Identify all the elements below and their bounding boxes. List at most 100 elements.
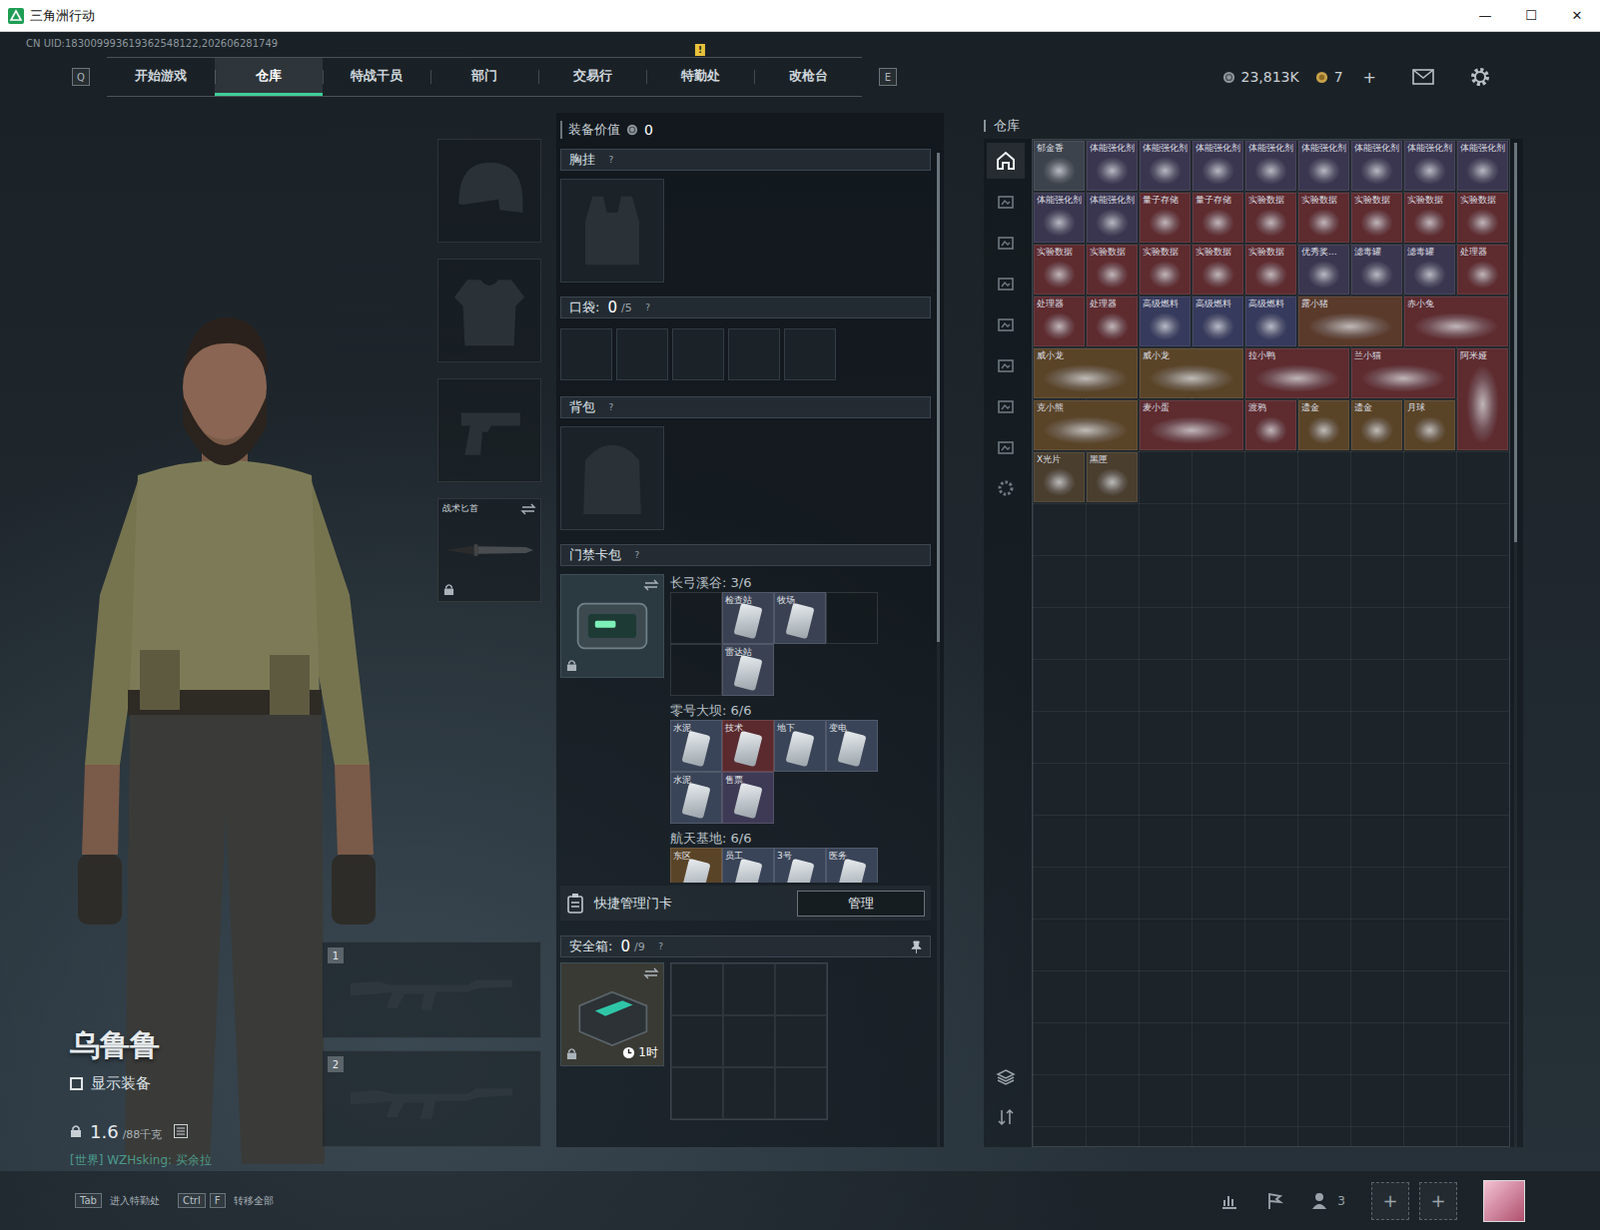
- warehouse-item[interactable]: 兰小猫: [1351, 348, 1456, 399]
- keycard-slot[interactable]: 技术: [722, 720, 775, 773]
- keycard-slot[interactable]: 牧场: [774, 592, 826, 645]
- warehouse-item[interactable]: 实验数据: [1192, 244, 1244, 295]
- warehouse-item[interactable]: 实验数据: [1404, 192, 1456, 243]
- settings-gear-icon[interactable]: [1470, 66, 1491, 87]
- warehouse-item[interactable]: 体能强化剂: [1086, 192, 1138, 243]
- warehouse-item[interactable]: 高级燃料: [1139, 296, 1191, 347]
- backpack-slot[interactable]: [560, 426, 665, 531]
- help-icon[interactable]: ?: [605, 401, 618, 414]
- keycard-case-slot[interactable]: [560, 574, 665, 679]
- nav-tab[interactable]: 改枪台: [754, 57, 862, 96]
- keycard-slot[interactable]: 地下: [774, 720, 826, 773]
- warehouse-item[interactable]: 拉小鸭: [1245, 348, 1350, 399]
- equipment-slot[interactable]: 战术匕首: [437, 498, 542, 603]
- swap-icon[interactable]: [520, 503, 537, 516]
- warehouse-item[interactable]: 处理器: [1457, 244, 1509, 295]
- pin-icon[interactable]: [910, 940, 922, 954]
- warehouse-item[interactable]: 威小龙: [1033, 348, 1138, 399]
- warehouse-item[interactable]: 遗金: [1298, 400, 1350, 451]
- warehouse-item[interactable]: 郁金香: [1033, 140, 1085, 191]
- help-icon[interactable]: ?: [655, 940, 668, 953]
- nav-tab[interactable]: 仓库: [214, 57, 323, 96]
- warehouse-item[interactable]: 体能强化剂: [1298, 140, 1350, 191]
- keycard-slot[interactable]: 变电: [825, 720, 878, 773]
- equipment-slot[interactable]: [437, 258, 542, 363]
- nav-tab[interactable]: 交易行: [538, 57, 647, 96]
- nav-tab[interactable]: 部门: [430, 57, 539, 96]
- help-icon[interactable]: ?: [631, 549, 644, 562]
- keycard-slot[interactable]: 检查站: [722, 592, 775, 645]
- warehouse-item[interactable]: 量子存储: [1139, 192, 1191, 243]
- warehouse-item[interactable]: 阿米娅: [1457, 348, 1509, 451]
- keycard-slot[interactable]: 雷达站: [722, 644, 775, 697]
- warehouse-item[interactable]: 体能强化剂: [1086, 140, 1138, 191]
- warehouse-item[interactable]: 滤毒罐: [1351, 244, 1403, 295]
- safe-box-cell[interactable]: [723, 1067, 776, 1120]
- key-hint[interactable]: Tab进入特勤处: [74, 1193, 160, 1209]
- keycard-slot[interactable]: [825, 592, 878, 645]
- swap-icon[interactable]: [643, 579, 660, 592]
- warehouse-item[interactable]: 实验数据: [1245, 244, 1297, 295]
- equipment-slot[interactable]: [437, 138, 542, 243]
- warehouse-item[interactable]: 克小熊: [1033, 400, 1138, 451]
- warehouse-item[interactable]: 体能强化剂: [1139, 140, 1191, 191]
- warehouse-tab[interactable]: [986, 429, 1025, 466]
- warehouse-item[interactable]: 实验数据: [1457, 192, 1509, 243]
- keycard-slot[interactable]: 3号: [774, 847, 826, 883]
- keycard-slot[interactable]: 员工: [722, 847, 775, 883]
- pocket-slot[interactable]: [616, 328, 669, 381]
- player-avatar[interactable]: [1483, 1180, 1526, 1223]
- safe-box-cell[interactable]: [671, 1067, 724, 1120]
- mail-icon[interactable]: [1412, 68, 1435, 85]
- add-teammate-button[interactable]: +: [1419, 1182, 1458, 1221]
- equipment-slot[interactable]: [437, 378, 542, 483]
- key-hint[interactable]: CtrlF转移全部: [177, 1193, 274, 1209]
- keycard-slot[interactable]: [670, 644, 723, 697]
- keycard-slot[interactable]: 售票: [722, 772, 775, 824]
- nav-tab[interactable]: 开始游戏: [106, 57, 215, 96]
- warehouse-item[interactable]: 处理器: [1033, 296, 1085, 347]
- warehouse-item[interactable]: 处理器: [1086, 296, 1138, 347]
- pocket-slot[interactable]: [672, 328, 725, 381]
- warehouse-item[interactable]: 实验数据: [1033, 244, 1085, 295]
- warehouse-tab[interactable]: [986, 224, 1025, 261]
- help-icon[interactable]: ?: [605, 153, 618, 166]
- swap-icon[interactable]: [643, 967, 660, 980]
- warehouse-item[interactable]: 实验数据: [1086, 244, 1138, 295]
- nav-right-key[interactable]: E: [878, 67, 897, 86]
- keycard-slot[interactable]: 医务: [825, 847, 878, 883]
- warehouse-item[interactable]: 月球: [1404, 400, 1456, 451]
- warehouse-item[interactable]: 体能强化剂: [1245, 140, 1297, 191]
- nav-tab[interactable]: 特战干员: [322, 57, 431, 96]
- safe-box-cell[interactable]: [775, 1067, 827, 1120]
- stats-icon[interactable]: [1219, 1191, 1240, 1212]
- pocket-slot[interactable]: [784, 328, 836, 381]
- warehouse-item[interactable]: 体能强化剂: [1192, 140, 1244, 191]
- safe-box-cell[interactable]: [775, 1015, 827, 1068]
- warehouse-item[interactable]: 体能强化剂: [1404, 140, 1456, 191]
- keycard-slot[interactable]: [670, 592, 723, 645]
- safe-box-slot[interactable]: 1时: [560, 962, 665, 1067]
- layers-icon[interactable]: [995, 1067, 1016, 1088]
- nav-left-key[interactable]: Q: [71, 67, 90, 86]
- keycard-slot[interactable]: 水泥: [670, 720, 723, 773]
- warehouse-item[interactable]: 遗金: [1351, 400, 1403, 451]
- warehouse-item[interactable]: 滤毒罐: [1404, 244, 1456, 295]
- warehouse-item[interactable]: 黑匣: [1086, 452, 1138, 503]
- sort-icon[interactable]: [995, 1107, 1016, 1128]
- warehouse-item[interactable]: 渡鸦: [1245, 400, 1297, 451]
- warehouse-item[interactable]: 威小龙: [1139, 348, 1244, 399]
- keycard-slot[interactable]: 水泥: [670, 772, 723, 824]
- safe-box-cell[interactable]: [671, 1015, 724, 1068]
- warehouse-item[interactable]: 量子存储: [1192, 192, 1244, 243]
- safe-box-cell[interactable]: [775, 963, 827, 1016]
- weight-details-icon[interactable]: [173, 1124, 188, 1139]
- warehouse-tab[interactable]: [986, 347, 1025, 384]
- warehouse-item[interactable]: 实验数据: [1351, 192, 1403, 243]
- window-control-button[interactable]: —: [1462, 0, 1509, 31]
- warehouse-item[interactable]: 赤小兔: [1404, 296, 1509, 347]
- warehouse-tab[interactable]: [986, 470, 1025, 507]
- warehouse-tab[interactable]: [986, 142, 1025, 179]
- warehouse-tab[interactable]: [986, 183, 1025, 220]
- warehouse-item[interactable]: 实验数据: [1245, 192, 1297, 243]
